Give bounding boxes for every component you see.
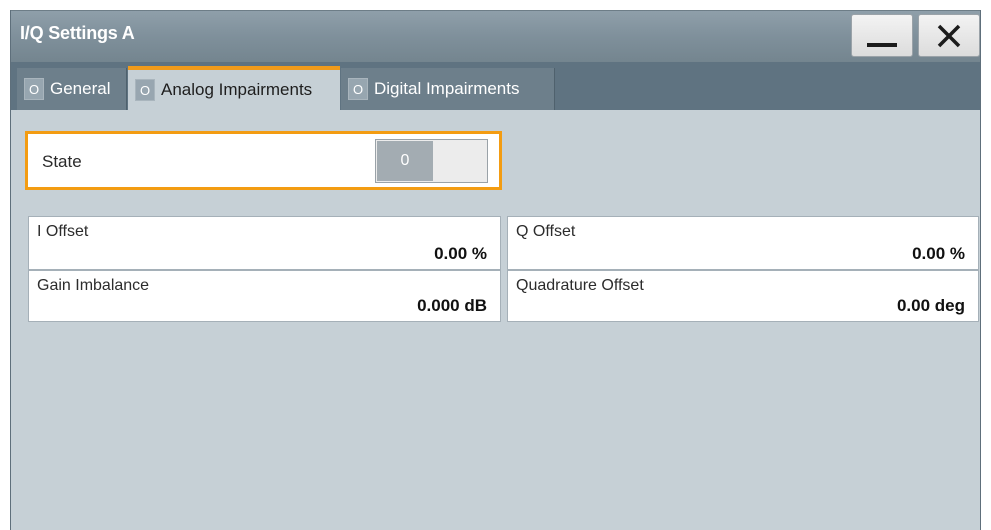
state-toggle[interactable]: 0: [375, 139, 488, 183]
tab-analog-impairments[interactable]: O Analog Impairments: [128, 66, 340, 110]
gain-imbalance-value: 0.000 dB: [417, 296, 487, 315]
tab-label: General: [50, 79, 111, 98]
quadrature-offset-label: Quadrature Offset: [516, 277, 644, 294]
minimize-icon: [867, 42, 897, 47]
gain-imbalance-field[interactable]: Gain Imbalance 0.000 dB: [28, 270, 501, 322]
iq-settings-window: I/Q Settings A O General O Analog Impair…: [10, 10, 981, 530]
i-offset-field[interactable]: I Offset 0.00 %: [28, 216, 501, 270]
gain-imbalance-label: Gain Imbalance: [37, 277, 150, 294]
state-row: State 0: [25, 131, 502, 190]
minimize-button[interactable]: [851, 14, 913, 57]
tab-label: Digital Impairments: [374, 79, 520, 98]
quadrature-offset-value: 0.00 deg: [896, 296, 965, 315]
analog-impairments-panel: State 0 I Offset 0.00 % Q Offset 0.00 % …: [11, 110, 980, 530]
quadrature-offset-field[interactable]: Quadrature Offset 0.00 deg: [507, 270, 979, 322]
q-offset-value: 0.00 %: [912, 244, 965, 263]
close-button[interactable]: [918, 14, 980, 57]
q-offset-field[interactable]: Q Offset 0.00 %: [507, 216, 979, 270]
tab-state-indicator: O: [24, 78, 44, 100]
title-bar: I/Q Settings A: [11, 10, 980, 62]
tab-general[interactable]: O General: [17, 68, 127, 110]
tab-bar: O General O Analog Impairments O Digital…: [11, 62, 980, 110]
i-offset-value: 0.00 %: [434, 244, 487, 263]
tab-digital-impairments[interactable]: O Digital Impairments: [341, 68, 555, 110]
tab-state-indicator: O: [348, 78, 368, 100]
i-offset-label: I Offset: [37, 223, 89, 240]
tab-state-indicator: O: [135, 79, 155, 101]
window-title: I/Q Settings A: [20, 23, 135, 43]
state-label: State: [42, 152, 82, 171]
q-offset-label: Q Offset: [516, 223, 576, 240]
state-toggle-value: 0: [377, 141, 433, 181]
close-icon: [937, 24, 961, 47]
tab-label: Analog Impairments: [161, 80, 313, 99]
